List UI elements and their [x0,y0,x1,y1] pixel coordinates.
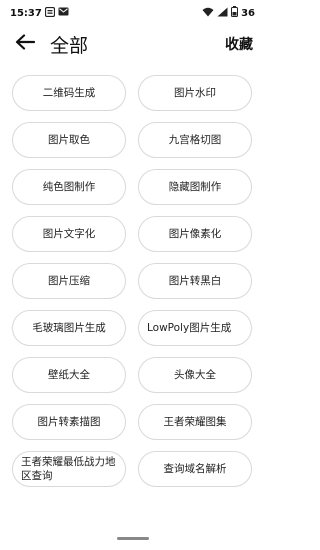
app-bar: 全部 收藏 [0,26,265,62]
tools-grid: 二维码生成 图片水印 图片取色 九宫格切图 纯色图制作 隐藏图制作 图片文字化 图片像素化 图片… [12,75,254,487]
home-indicator[interactable] [117,537,149,540]
tool-sketch-button[interactable]: 图片转素描图 [12,404,126,440]
tool-compress-button[interactable]: 图片压缩 [12,263,126,299]
battery-icon [231,6,239,20]
tool-avatars-button[interactable]: 头像大全 [138,357,252,393]
battery-level: 36 [241,7,255,19]
tool-lowpoly-button[interactable]: LowPoly图片生成 [138,310,252,346]
tool-image-to-text-button[interactable]: 图片文字化 [12,216,126,252]
mail-icon [58,7,69,19]
favorites-button[interactable]: 收藏 [225,34,253,54]
tool-nine-grid-button[interactable]: 九宫格切图 [138,122,252,158]
notification-icon [44,6,55,20]
status-bar: 15:37 36 [0,0,265,26]
tool-solid-color-button[interactable]: 纯色图制作 [12,169,126,205]
wifi-icon [202,7,214,20]
arrow-left-icon [15,34,36,54]
tool-wallpapers-button[interactable]: 壁纸大全 [12,357,126,393]
tool-pixelate-button[interactable]: 图片像素化 [138,216,252,252]
tool-grayscale-button[interactable]: 图片转黑白 [138,263,252,299]
tool-hok-gallery-button[interactable]: 王者荣耀图集 [138,404,252,440]
tool-hidden-image-button[interactable]: 隐藏图制作 [138,169,252,205]
status-left: 15:37 [10,6,69,20]
page-title: 全部 [50,34,89,57]
tool-color-picker-button[interactable]: 图片取色 [12,122,126,158]
back-button[interactable] [12,31,38,57]
status-time: 15:37 [10,7,42,19]
tool-frosted-glass-button[interactable]: 毛玻璃图片生成 [12,310,126,346]
status-right: 36 [202,6,255,20]
tool-dns-lookup-button[interactable]: 查询域名解析 [138,451,252,487]
tool-watermark-button[interactable]: 图片水印 [138,75,252,111]
signal-icon [217,7,228,20]
tool-qrcode-button[interactable]: 二维码生成 [12,75,126,111]
tool-hok-region-button[interactable]: 王者荣耀最低战力地区查询 [12,451,126,487]
